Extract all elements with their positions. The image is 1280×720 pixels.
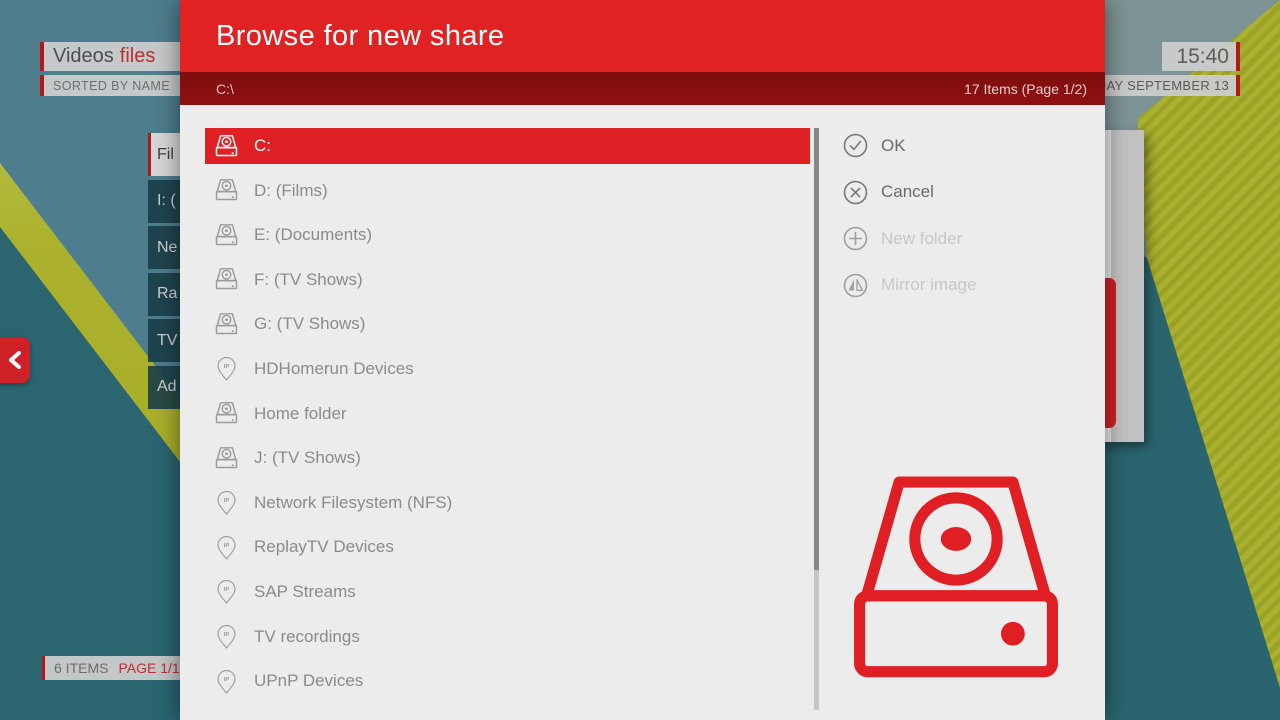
ok-button[interactable]: OK (842, 132, 976, 159)
sort-label: SORTED BY NAME (53, 79, 170, 93)
items-status: 17 Items (Page 1/2) (964, 81, 1087, 97)
hard-disk-icon (213, 266, 240, 293)
dialog-breadcrumb-bar: C:\ 17 Items (Page 1/2) (180, 72, 1105, 105)
share-list-item[interactable]: F: (TV Shows) (205, 262, 810, 298)
kodi-screen: Videos files SORTED BY NAME 15:40 RDAY S… (0, 0, 1280, 720)
share-list-item[interactable]: E: (Documents) (205, 217, 810, 253)
breadcrumb: C:\ (216, 81, 234, 97)
list-scrollbar[interactable] (814, 128, 819, 710)
date-label: RDAY SEPTEMBER 13 (1087, 78, 1229, 93)
action-button-label: OK (881, 136, 906, 156)
ip-pin-icon: IP (213, 623, 240, 650)
mirror-image-button: Mirror image (842, 272, 976, 299)
hard-disk-icon (213, 133, 240, 160)
share-list-item-label: E: (Documents) (254, 225, 372, 245)
new-folder-button: New folder (842, 225, 976, 252)
plus-circle-icon (842, 225, 869, 252)
share-list-item-label: Home folder (254, 404, 347, 424)
share-list-item[interactable]: IP HDHomerun Devices (205, 351, 810, 387)
hard-disk-icon (213, 222, 240, 249)
svg-text:IP: IP (224, 543, 230, 549)
svg-text:IP: IP (224, 632, 230, 638)
svg-text:IP: IP (224, 587, 230, 593)
share-list-item[interactable]: IP ReplayTV Devices (205, 529, 810, 565)
share-list-item[interactable]: J: (TV Shows) (205, 440, 810, 476)
back-button[interactable] (0, 337, 30, 383)
share-list-item-label: Network Filesystem (NFS) (254, 493, 452, 513)
dialog-title: Browse for new share (216, 20, 504, 53)
hard-disk-icon (826, 455, 1086, 715)
ip-pin-icon: IP (213, 534, 240, 561)
ip-pin-icon: IP (213, 489, 240, 516)
background-menu-item-label: I: ( (157, 192, 176, 210)
action-button-label: Mirror image (881, 275, 976, 295)
background-menu-item-label: Fil (157, 146, 174, 164)
share-list-item-label: J: (TV Shows) (254, 448, 361, 468)
ip-pin-icon: IP (213, 578, 240, 605)
clock-bar: 15:40 (1162, 42, 1240, 71)
share-list-item[interactable]: G: (TV Shows) (205, 306, 810, 342)
ip-pin-icon: IP (213, 668, 240, 695)
ip-pin-icon: IP (213, 355, 240, 382)
clock-time: 15:40 (1176, 45, 1229, 69)
mirror-circle-icon (842, 272, 869, 299)
chevron-left-icon (6, 349, 24, 371)
background-menu-item-label: Ne (157, 239, 177, 257)
share-list-item[interactable]: IP SAP Streams (205, 574, 810, 610)
cancel-circle-icon (842, 179, 869, 206)
share-list-item-label: D: (Films) (254, 181, 328, 201)
action-button-label: Cancel (881, 182, 934, 202)
svg-text:IP: IP (224, 364, 230, 370)
background-menu-item-label: TV (157, 332, 177, 350)
dialog-actions: OK Cancel New folder (842, 132, 976, 318)
browse-share-dialog: Browse for new share C:\ 17 Items (Page … (180, 0, 1105, 720)
share-list-item-label: SAP Streams (254, 582, 356, 602)
share-list-item-label: TV recordings (254, 627, 360, 647)
share-list-item[interactable]: D: (Films) (205, 173, 810, 209)
cancel-button[interactable]: Cancel (842, 179, 976, 206)
hard-disk-icon (213, 400, 240, 427)
hard-disk-icon (213, 177, 240, 204)
footer-items-count: 6 ITEMS (54, 660, 108, 676)
background-menu-item-label: Ra (157, 285, 177, 303)
scrollbar-thumb[interactable] (814, 128, 819, 570)
library-title-accent: files (120, 45, 156, 68)
footer-page: PAGE 1/1 (118, 660, 179, 676)
share-list-item-label: HDHomerun Devices (254, 359, 414, 379)
background-menu-item-label: Ad (157, 378, 177, 396)
svg-text:IP: IP (224, 677, 230, 683)
action-button-label: New folder (881, 229, 962, 249)
share-list-item-label: ReplayTV Devices (254, 537, 394, 557)
share-list-item[interactable]: Home folder (205, 396, 810, 432)
dialog-header: Browse for new share (180, 0, 1105, 72)
library-title: Videos (53, 45, 114, 68)
hard-disk-icon (213, 311, 240, 338)
share-list: C: D: (Films) E: (Document (205, 128, 810, 708)
svg-text:IP: IP (224, 498, 230, 504)
share-list-item[interactable]: C: (205, 128, 810, 164)
ok-circle-icon (842, 132, 869, 159)
share-list-item[interactable]: IP UPnP Devices (205, 663, 810, 699)
hard-disk-icon (213, 445, 240, 472)
footer-bar: 6 ITEMS PAGE 1/1 (42, 656, 188, 680)
share-list-item-label: UPnP Devices (254, 671, 363, 691)
share-list-item-label: G: (TV Shows) (254, 314, 365, 334)
share-list-item[interactable]: IP Network Filesystem (NFS) (205, 485, 810, 521)
share-list-item[interactable]: IP TV recordings (205, 619, 810, 655)
share-list-item-label: F: (TV Shows) (254, 270, 363, 290)
share-list-item-label: C: (254, 136, 271, 156)
